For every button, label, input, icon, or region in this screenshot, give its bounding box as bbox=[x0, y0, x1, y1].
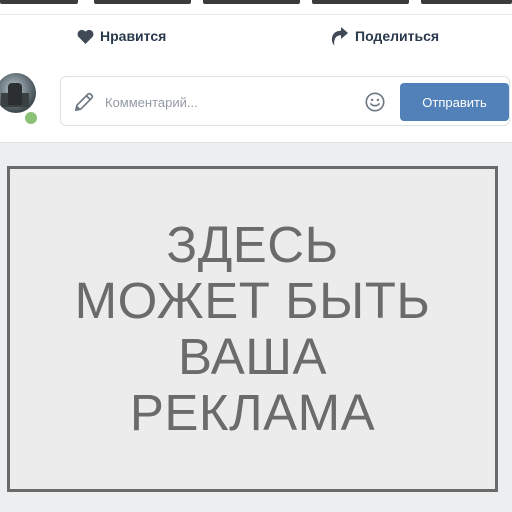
ad-text-line: РЕКЛАМА bbox=[129, 384, 376, 441]
post-page: Нравится Поделиться Отправить ЗДЕСЬ bbox=[0, 0, 512, 512]
comment-input[interactable] bbox=[105, 89, 355, 115]
avatar-photo-part bbox=[8, 83, 22, 105]
photo-thumbnail[interactable] bbox=[421, 0, 512, 4]
ad-banner[interactable]: ЗДЕСЬ МОЖЕТ БЫТЬ ВАША РЕКЛАМА bbox=[7, 166, 498, 492]
photo-thumbnail[interactable] bbox=[94, 0, 191, 4]
divider bbox=[0, 14, 512, 15]
avatar[interactable] bbox=[0, 73, 36, 113]
share-arrow-icon bbox=[331, 27, 348, 46]
photo-thumbnail[interactable] bbox=[312, 0, 409, 4]
pencil-icon bbox=[74, 92, 94, 112]
online-status-dot bbox=[23, 110, 39, 126]
photo-thumbnails-strip bbox=[0, 0, 512, 6]
photo-thumbnail[interactable] bbox=[203, 0, 300, 4]
like-label: Нравится bbox=[100, 28, 167, 44]
post-actions: Нравится Поделиться bbox=[0, 22, 512, 50]
photo-thumbnail[interactable] bbox=[0, 0, 78, 4]
send-button[interactable]: Отправить bbox=[400, 83, 509, 121]
ad-text-line: МОЖЕТ БЫТЬ bbox=[74, 272, 431, 329]
like-button[interactable]: Нравится bbox=[77, 22, 166, 50]
share-label: Поделиться bbox=[355, 28, 440, 44]
share-button[interactable]: Поделиться bbox=[331, 22, 439, 50]
comment-box: Отправить bbox=[60, 76, 510, 126]
emoji-icon[interactable] bbox=[364, 91, 386, 113]
ad-text-line: ВАША bbox=[177, 328, 328, 385]
heart-icon bbox=[77, 29, 94, 44]
ad-text-line: ЗДЕСЬ bbox=[166, 216, 339, 273]
